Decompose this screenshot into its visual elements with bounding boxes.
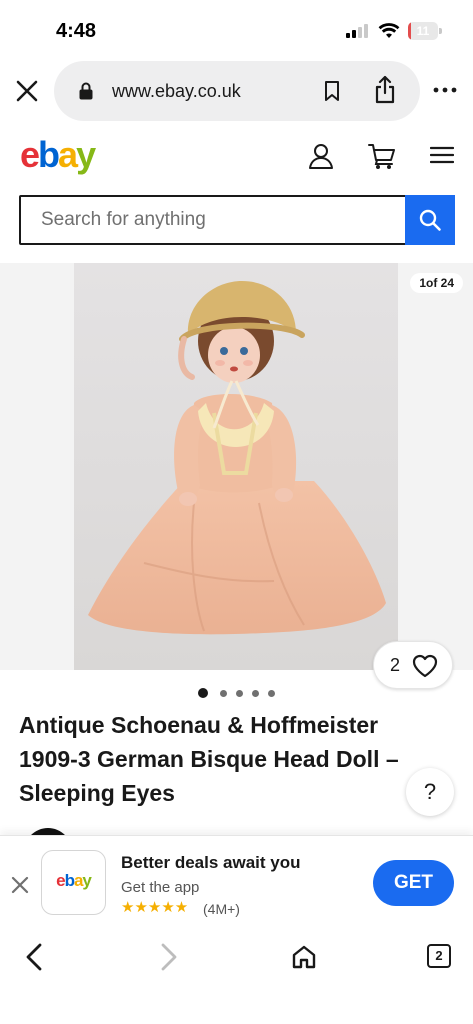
bookmark-icon[interactable] — [322, 80, 342, 102]
site-header: ebay — [0, 124, 473, 188]
rating-stars: ★★★★★ — [121, 899, 189, 916]
search-icon — [419, 209, 441, 231]
banner-headline: Better deals await you — [121, 853, 301, 872]
item-title: Antique Schoenau & Hoffmeister 1909-3 Ge… — [19, 712, 399, 806]
lock-icon — [79, 82, 93, 100]
browser-toolbar: www.ebay.co.uk — [0, 58, 473, 124]
browser-bottom-toolbar: 2 — [0, 930, 473, 1024]
wifi-icon — [378, 23, 400, 38]
cellular-signal-icon — [346, 24, 370, 38]
watch-count: 2 — [390, 655, 401, 675]
heart-icon — [412, 654, 438, 678]
app-icon: ebay — [41, 850, 106, 915]
help-button[interactable]: ? — [406, 768, 454, 816]
app-install-banner: ebay Better deals await you Get the app … — [0, 835, 473, 930]
search-button[interactable] — [405, 195, 455, 245]
image-gallery[interactable]: 1of 24 2 — [0, 263, 473, 689]
carousel-dot[interactable] — [252, 690, 259, 697]
item-photo[interactable] — [74, 263, 398, 670]
more-options-icon[interactable] — [432, 86, 458, 94]
close-icon[interactable] — [14, 78, 40, 104]
carousel-dot[interactable] — [198, 688, 208, 698]
app-logo: ebay — [56, 871, 92, 890]
get-app-button[interactable]: GET — [373, 860, 454, 906]
forward-icon[interactable] — [157, 942, 181, 972]
tabs-button[interactable]: 2 — [427, 944, 451, 968]
watch-button[interactable]: 2 — [373, 641, 453, 689]
carousel-pagination — [198, 688, 288, 700]
menu-icon[interactable] — [430, 146, 454, 164]
search-bar — [19, 195, 455, 245]
image-counter: 1of 24 — [410, 273, 463, 293]
home-icon[interactable] — [291, 944, 317, 970]
battery-level: 11 — [416, 24, 430, 38]
status-time: 4:48 — [56, 20, 97, 42]
carousel-dot[interactable] — [220, 690, 227, 697]
battery-icon: 11 — [408, 22, 442, 40]
address-bar[interactable]: www.ebay.co.uk — [54, 61, 420, 121]
account-icon[interactable] — [308, 142, 334, 170]
ebay-logo[interactable]: ebay — [20, 134, 96, 176]
share-icon[interactable] — [372, 75, 398, 105]
close-icon[interactable] — [10, 875, 30, 895]
search-input[interactable] — [21, 197, 407, 243]
carousel-dot[interactable] — [268, 690, 275, 697]
status-bar: 4:48 11 — [0, 0, 473, 58]
banner-subtext: Get the app — [121, 879, 200, 896]
url-text: www.ebay.co.uk — [112, 81, 241, 101]
rating-count: (4M+) — [203, 901, 240, 917]
carousel-dot[interactable] — [236, 690, 243, 697]
back-icon[interactable] — [22, 942, 46, 972]
cart-icon[interactable] — [368, 142, 396, 170]
